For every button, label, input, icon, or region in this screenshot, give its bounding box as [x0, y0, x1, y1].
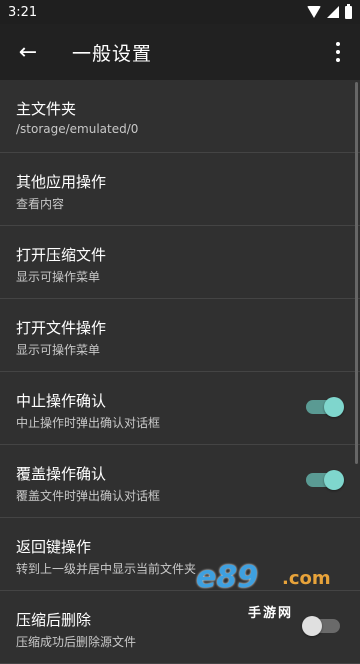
delete-after-compress-toggle[interactable]	[302, 616, 340, 636]
setting-title: 压缩后删除	[16, 611, 92, 629]
setting-title: 打开压缩文件	[16, 246, 107, 264]
setting-back-key-action[interactable]: 返回键操作 转到上一级并居中显示当前文件夹	[0, 518, 360, 591]
back-arrow-icon[interactable]: ←	[0, 24, 56, 80]
status-time: 3:21	[8, 4, 38, 20]
setting-delete-after-compress[interactable]: 压缩后删除 压缩成功后删除源文件	[0, 591, 360, 664]
setting-subtitle: 压缩成功后删除源文件	[16, 635, 137, 649]
settings-list: 主文件夹 /storage/emulated/0 其他应用操作 查看内容 打开压…	[0, 80, 360, 664]
status-bar: 3:21	[0, 0, 360, 24]
setting-title: 打开文件操作	[16, 319, 107, 337]
setting-overwrite-confirm[interactable]: 覆盖操作确认 覆盖文件时弹出确认对话框	[0, 445, 360, 518]
page-title: 一般设置	[72, 42, 153, 65]
setting-title: 覆盖操作确认	[16, 465, 107, 483]
setting-subtitle: 转到上一级并居中显示当前文件夹	[16, 562, 197, 576]
setting-open-file-action[interactable]: 打开文件操作 显示可操作菜单	[0, 299, 360, 372]
overwrite-confirm-toggle[interactable]	[306, 470, 344, 490]
setting-subtitle: 查看内容	[16, 197, 65, 211]
status-icons	[307, 3, 352, 19]
setting-subtitle: 显示可操作菜单	[16, 270, 101, 284]
setting-subtitle: 中止操作时弹出确认对话框	[16, 416, 161, 430]
battery-icon	[345, 3, 352, 19]
setting-title: 主文件夹	[16, 100, 77, 118]
setting-title: 中止操作确认	[16, 392, 107, 410]
setting-title: 返回键操作	[16, 538, 92, 556]
overflow-menu-icon[interactable]	[326, 38, 350, 66]
abort-confirm-toggle[interactable]	[306, 397, 344, 417]
signal-icon	[327, 6, 339, 18]
setting-other-app-action[interactable]: 其他应用操作 查看内容	[0, 153, 360, 226]
setting-open-archive[interactable]: 打开压缩文件 显示可操作菜单	[0, 226, 360, 299]
scrollbar[interactable]	[355, 82, 358, 464]
setting-subtitle: 显示可操作菜单	[16, 343, 101, 357]
app-bar: ← 一般设置	[0, 24, 360, 80]
wifi-icon	[307, 6, 321, 18]
setting-subtitle: 覆盖文件时弹出确认对话框	[16, 489, 161, 503]
setting-subtitle: /storage/emulated/0	[16, 122, 139, 136]
setting-title: 其他应用操作	[16, 173, 107, 191]
setting-abort-confirm[interactable]: 中止操作确认 中止操作时弹出确认对话框	[0, 372, 360, 445]
setting-home-folder[interactable]: 主文件夹 /storage/emulated/0	[0, 80, 360, 153]
